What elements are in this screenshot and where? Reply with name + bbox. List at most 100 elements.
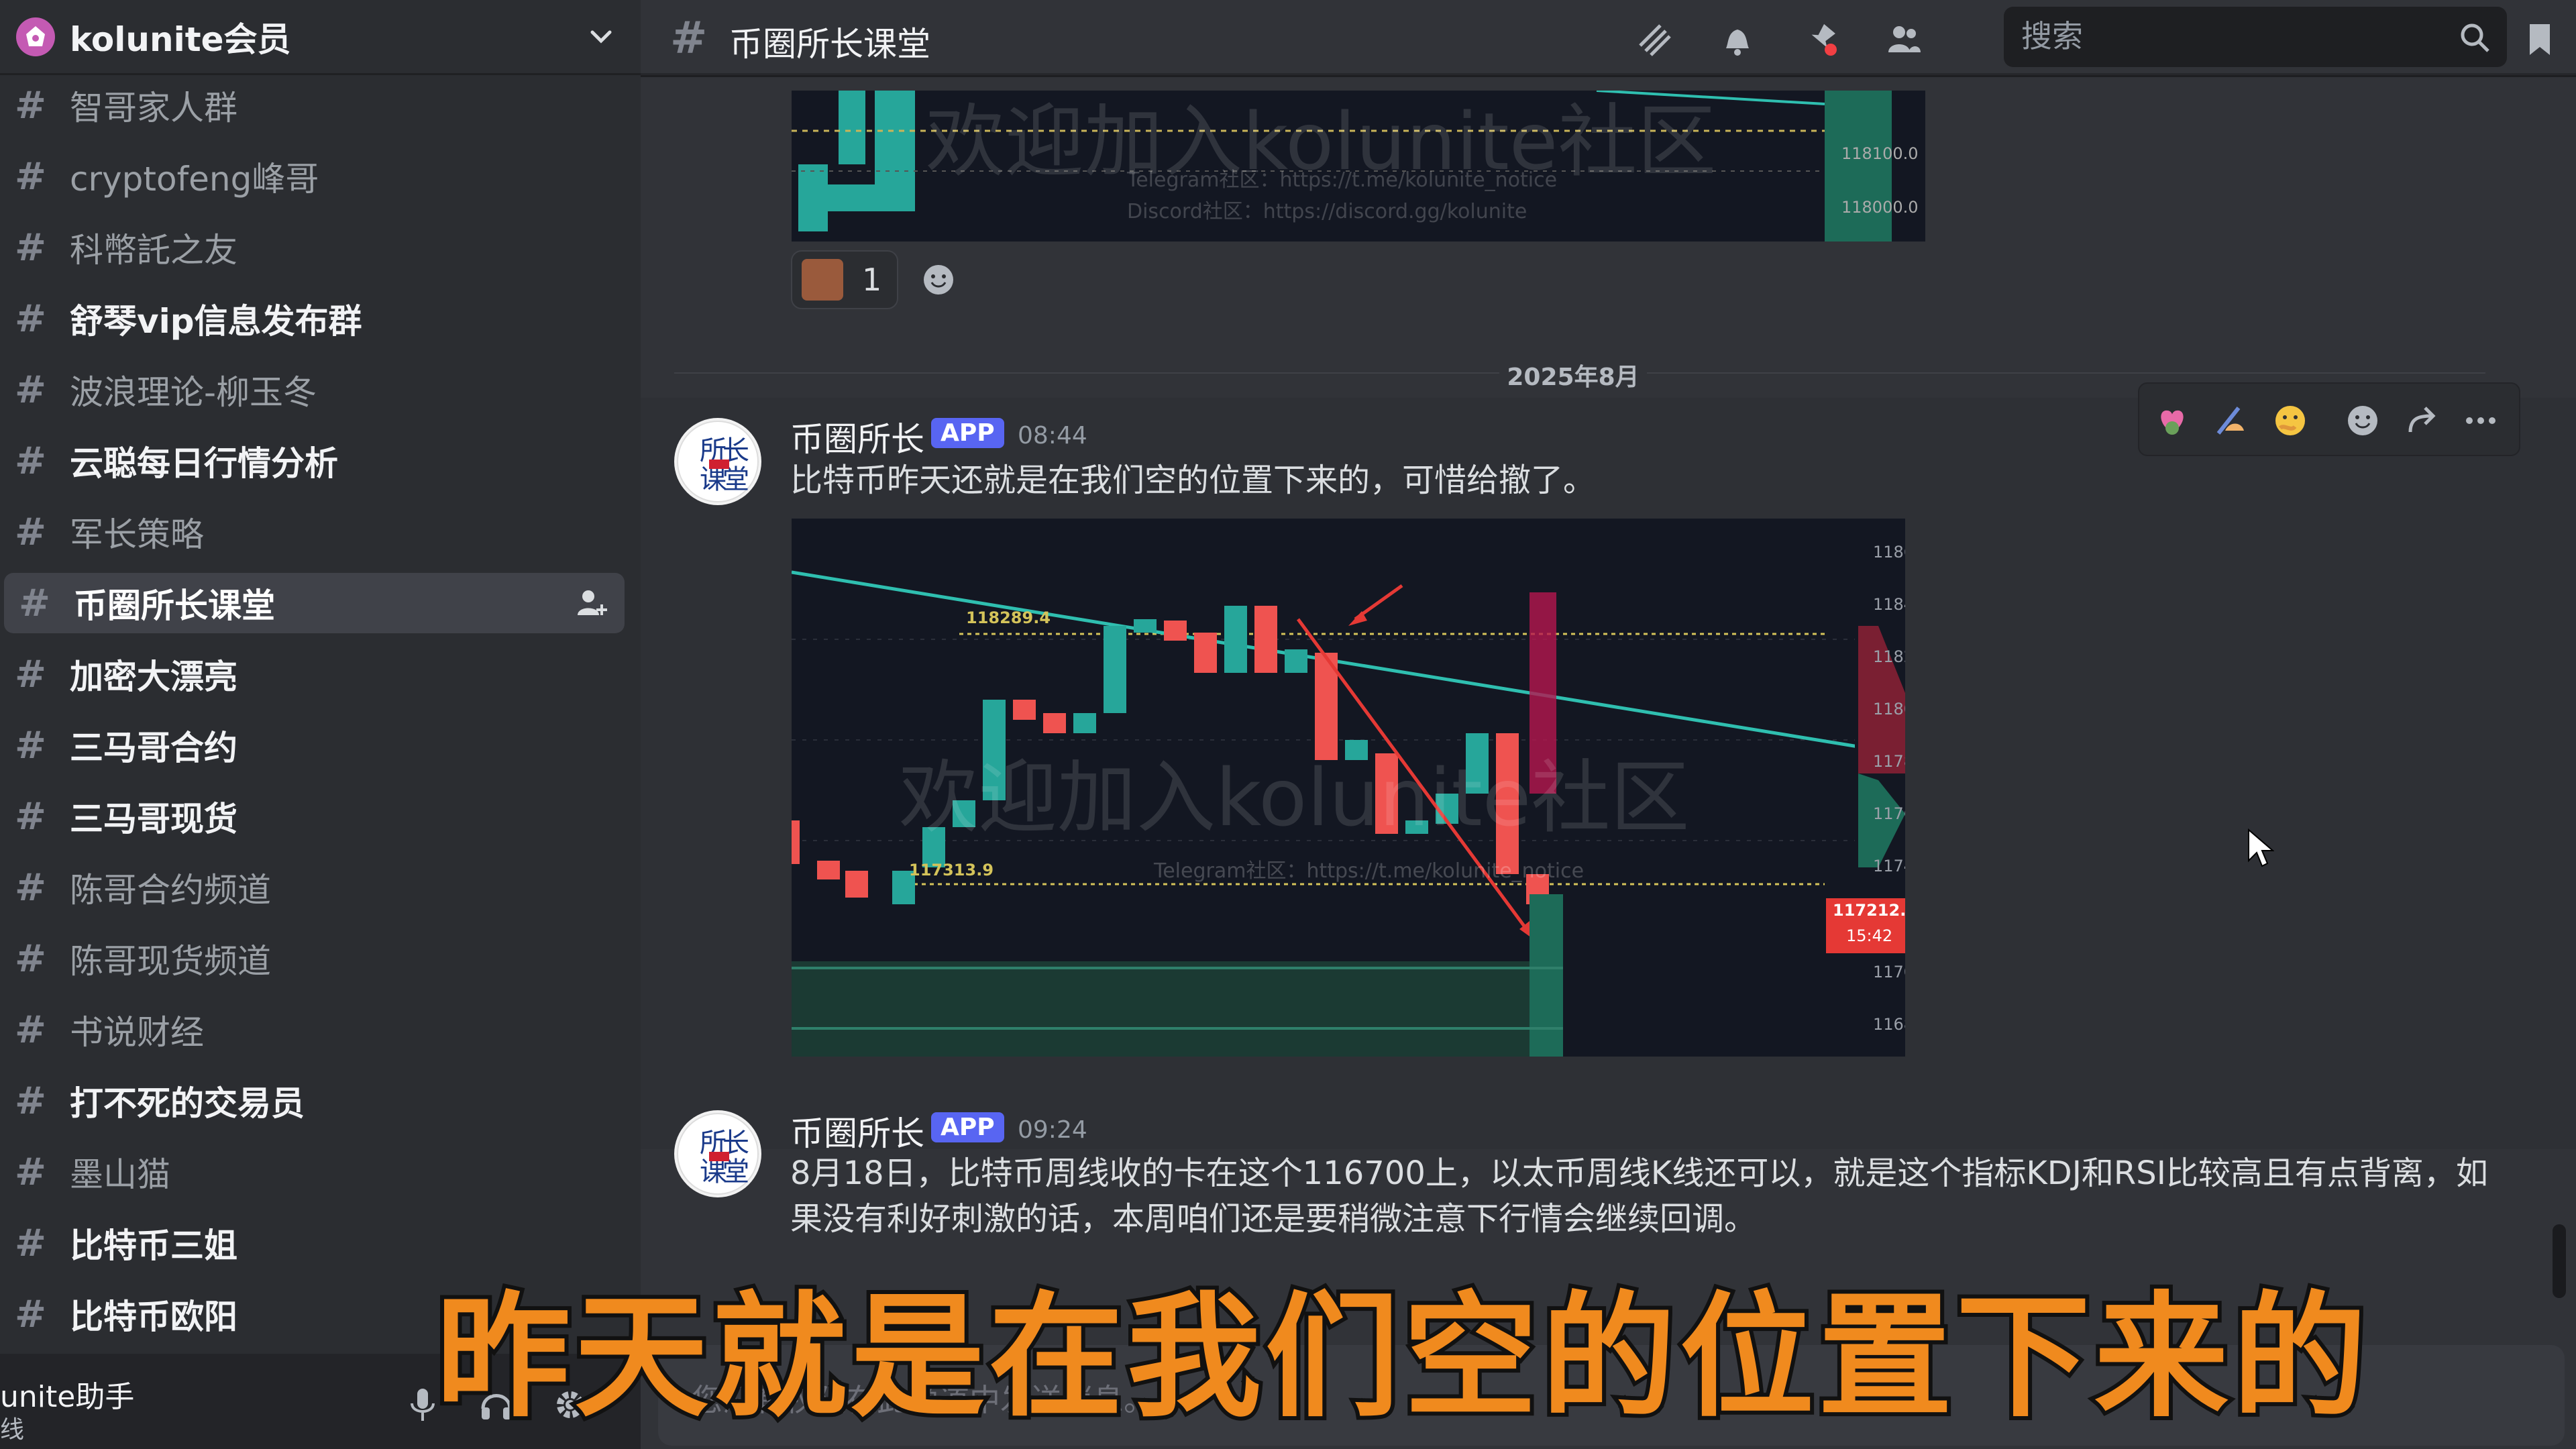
user-status: 线	[0, 1416, 25, 1444]
bookmark-icon[interactable]	[2519, 19, 2561, 60]
hash-icon: #	[15, 225, 46, 270]
chart-watermark: 欢迎加入kolunite社区	[899, 751, 1690, 844]
axis-price-label: 117400.0	[1873, 857, 1905, 875]
threads-icon[interactable]	[1633, 19, 1675, 60]
channel-label: 币圈所长课堂	[74, 586, 275, 625]
server-name: kolunite会员	[70, 19, 291, 59]
channel-label: 比特币三姐	[70, 1226, 237, 1265]
hash-icon: #	[15, 865, 46, 910]
channel-item[interactable]: # 云聪每日行情分析	[0, 431, 621, 491]
hash-icon: #	[15, 1292, 46, 1336]
bell-icon[interactable]	[1717, 19, 1758, 60]
axis-price-label: 118200.0	[1873, 647, 1905, 666]
message-text: 比特币昨天还就是在我们空的位置下来的，可惜给撤了。	[790, 462, 1596, 499]
channel-item[interactable]: # 三马哥合约	[0, 715, 621, 775]
message-author[interactable]: 币圈所长	[790, 1107, 924, 1155]
candle	[1073, 713, 1096, 733]
more-options-icon[interactable]	[2461, 401, 2500, 440]
reaction-pill[interactable]: 1	[791, 250, 898, 309]
hash-icon: #	[15, 652, 46, 696]
chart-discord-text: Discord社区：https://discord.gg/kolunite	[1127, 200, 1527, 223]
message-actions-toolbar	[2138, 382, 2520, 456]
app-badge: APP	[931, 418, 1004, 448]
channel-item[interactable]: # 书说财经	[0, 1000, 621, 1060]
channel-item[interactable]: # 加密大漂亮	[0, 644, 621, 704]
search-input[interactable]	[2020, 16, 2436, 56]
candle	[817, 861, 840, 879]
members-icon[interactable]	[1883, 19, 1925, 60]
channel-item[interactable]: # cryptofeng峰哥	[0, 146, 621, 207]
candle	[1285, 649, 1307, 673]
hash-icon: #	[15, 1079, 46, 1123]
video-subtitle: 昨天就是在我们空的位置下来的	[432, 1275, 2371, 1440]
message-text: 8月18日，比特币周线收的卡在这个116700上，以太币周线K线还可以，就是这个…	[790, 1155, 2488, 1238]
candle	[1104, 626, 1126, 713]
avatar-seal-icon: 所 长 课 堂	[677, 1113, 759, 1195]
candle	[1043, 713, 1066, 733]
writing-hand-icon[interactable]	[2212, 401, 2251, 440]
search-icon[interactable]	[2456, 19, 2493, 56]
channel-item[interactable]: # 智哥家人群	[0, 75, 621, 136]
price-label: 118000.0	[1841, 198, 1919, 217]
channel-label: 三马哥合约	[70, 729, 237, 767]
avatar[interactable]: 所 长 课 堂	[674, 1110, 761, 1197]
channel-label: 智哥家人群	[70, 89, 237, 127]
avatar[interactable]: 所 长 课 堂	[674, 418, 761, 505]
channel-title: 币圈所长课堂	[729, 25, 930, 64]
mouse-cursor-icon	[2248, 828, 2274, 867]
search-box[interactable]	[2004, 7, 2507, 67]
channel-item[interactable]: # 陈哥合约频道	[0, 857, 621, 918]
candle	[839, 91, 865, 164]
hash-icon: #	[15, 297, 46, 341]
user-name[interactable]: unite助手	[0, 1373, 134, 1415]
channel-item[interactable]: # 三马哥现货	[0, 786, 621, 847]
candle	[875, 91, 915, 211]
add-reaction-button[interactable]	[909, 250, 968, 309]
hash-icon: #	[15, 1150, 46, 1194]
hash-icon: #	[15, 510, 46, 554]
avatar-seal-icon: 所 长 课 堂	[677, 421, 759, 502]
channel-label: 舒琴vip信息发布群	[70, 302, 362, 341]
candle	[1194, 633, 1217, 673]
add-reaction-icon[interactable]	[2343, 401, 2382, 440]
channel-item[interactable]: # 波浪理论-柳玉冬	[0, 360, 621, 420]
chevron-down-icon[interactable]	[584, 20, 618, 54]
channel-label: 波浪理论-柳玉冬	[70, 373, 317, 412]
hash-icon: #	[15, 723, 46, 767]
forward-arrow-icon[interactable]	[2402, 401, 2441, 440]
channel-item[interactable]: # 陈哥现货频道	[0, 928, 621, 989]
message-author[interactable]: 币圈所长	[790, 413, 924, 461]
candle	[1134, 619, 1157, 633]
axis-price-label: 117000.0	[1873, 963, 1905, 981]
channel-item[interactable]: # 军长策略	[0, 502, 621, 562]
heart-emoji-icon[interactable]	[2153, 401, 2192, 440]
candle	[1254, 606, 1277, 673]
server-logo-icon	[16, 17, 55, 56]
server-header[interactable]: kolunite会员	[0, 0, 641, 75]
channel-label: 军长策略	[70, 515, 204, 554]
hash-icon: #	[670, 12, 708, 64]
message-timestamp: 08:44	[1018, 422, 1087, 449]
candle	[1013, 700, 1036, 720]
face-emoji-icon	[802, 259, 843, 301]
channel-item[interactable]: # 打不死的交易员	[0, 1071, 621, 1131]
thinking-emoji-icon[interactable]	[2271, 401, 2310, 440]
axis-price-label: 118600.0	[1873, 543, 1905, 561]
pin-icon[interactable]	[1800, 19, 1841, 60]
add-member-icon[interactable]	[574, 586, 608, 621]
chart-image-previous[interactable]: 欢迎加入kolunite社区 Telegram社区：https://t.me/k…	[792, 91, 1925, 241]
channel-header: # 币圈所长课堂	[641, 0, 2576, 75]
channel-item[interactable]: # 科幣託之友	[0, 217, 621, 278]
scrollbar-thumb[interactable]	[2553, 1224, 2566, 1298]
channel-label: 比特币欧阳	[70, 1297, 237, 1336]
channel-item[interactable]: # 舒琴vip信息发布群	[0, 288, 621, 349]
candle	[1164, 621, 1187, 641]
hash-icon: #	[15, 1221, 46, 1265]
chart-image[interactable]: 欢迎加入kolunite社区 Telegram社区：https://t.me/k…	[792, 519, 1905, 1057]
channel-label: 陈哥现货频道	[70, 942, 271, 981]
hash-icon: #	[15, 154, 46, 199]
channel-item[interactable]: # 墨山猫	[0, 1142, 621, 1202]
channel-label: 打不死的交易员	[70, 1084, 305, 1123]
reaction-count: 1	[862, 262, 882, 298]
channel-item-active[interactable]: # 币圈所长课堂	[4, 573, 625, 633]
